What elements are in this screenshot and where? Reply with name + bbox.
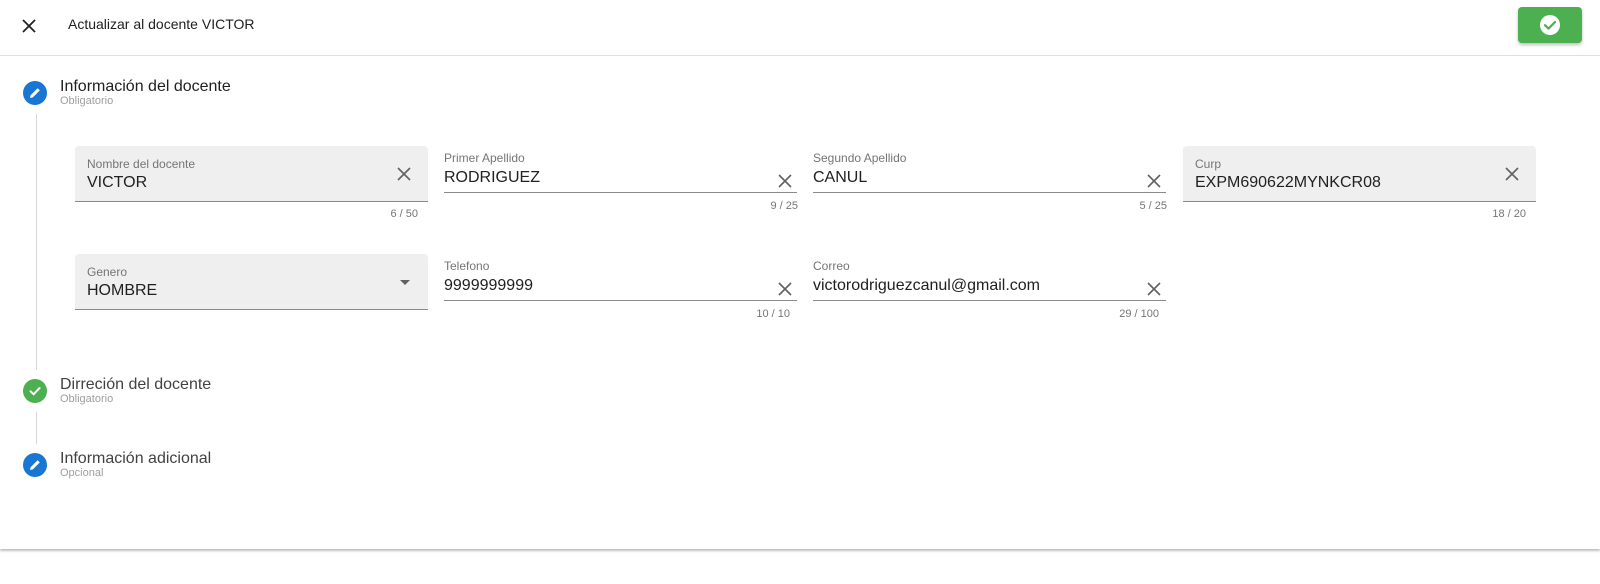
nombre-clear-button[interactable]: [394, 164, 414, 184]
close-icon: [1505, 167, 1519, 181]
step-3-title[interactable]: Información adicional: [60, 450, 211, 468]
edit-icon: [30, 460, 40, 470]
correo-clear-button[interactable]: [1144, 279, 1164, 299]
dialog-title: Actualizar al docente VICTOR: [68, 16, 255, 32]
step-2-status[interactable]: [23, 379, 47, 403]
curp-label: Curp: [1195, 157, 1222, 171]
genero-label: Genero: [87, 265, 128, 279]
nombre-label: Nombre del docente: [87, 157, 196, 171]
close-icon: [397, 167, 411, 181]
telefono-input[interactable]: 9999999999: [444, 277, 533, 295]
dialog-header: Actualizar al docente VICTOR: [0, 0, 1600, 56]
curp-clear-button[interactable]: [1502, 164, 1522, 184]
close-icon: [22, 19, 36, 33]
primer-apellido-clear-button[interactable]: [775, 171, 795, 191]
correo-field[interactable]: Correo victorodriguezcanul@gmail.com: [813, 255, 1166, 301]
close-icon: [778, 282, 792, 296]
close-icon: [778, 174, 792, 188]
nombre-field[interactable]: Nombre del docente VICTOR: [75, 146, 428, 202]
check-icon: [29, 387, 41, 396]
primer-apellido-counter: 9 / 25: [770, 200, 798, 212]
segundo-apellido-clear-button[interactable]: [1144, 171, 1164, 191]
step-1-status[interactable]: [23, 81, 47, 105]
save-button[interactable]: [1518, 7, 1582, 43]
edit-icon: [30, 88, 40, 98]
telefono-label: Telefono: [444, 259, 490, 273]
step-3-status[interactable]: [23, 453, 47, 477]
correo-label: Correo: [813, 259, 850, 273]
step-2-title[interactable]: Dirreción del docente: [60, 376, 211, 394]
primer-apellido-field[interactable]: Primer Apellido RODRIGUEZ: [444, 147, 797, 193]
telefono-counter: 10 / 10: [756, 308, 790, 320]
genero-value[interactable]: HOMBRE: [87, 282, 157, 300]
telefono-clear-button[interactable]: [775, 279, 795, 299]
step-connector: [36, 412, 37, 444]
segundo-apellido-label: Segundo Apellido: [813, 151, 907, 165]
stepper-card: Información del docente Obligatorio Nomb…: [0, 56, 1600, 549]
curp-counter: 18 / 20: [1492, 208, 1526, 220]
step-1-subtitle: Obligatorio: [60, 95, 114, 107]
primer-apellido-input[interactable]: RODRIGUEZ: [444, 169, 540, 187]
segundo-apellido-input[interactable]: CANUL: [813, 169, 867, 187]
segundo-apellido-field[interactable]: Segundo Apellido CANUL: [813, 147, 1166, 193]
step-2-subtitle: Obligatorio: [60, 393, 114, 405]
correo-counter: 29 / 100: [1119, 308, 1159, 320]
curp-input[interactable]: EXPM690622MYNKCR08: [1195, 174, 1381, 192]
segundo-apellido-counter: 5 / 25: [1139, 200, 1167, 212]
nombre-input[interactable]: VICTOR: [87, 174, 147, 192]
check-circle-icon: [1540, 15, 1560, 35]
curp-field[interactable]: Curp EXPM690622MYNKCR08: [1183, 146, 1536, 202]
genero-select[interactable]: Genero HOMBRE: [75, 254, 428, 310]
telefono-field[interactable]: Telefono 9999999999: [444, 255, 797, 301]
nombre-counter: 6 / 50: [390, 208, 418, 220]
primer-apellido-label: Primer Apellido: [444, 151, 525, 165]
step-connector: [36, 114, 37, 370]
close-icon: [1147, 282, 1161, 296]
step-3-subtitle: Opcional: [60, 467, 104, 479]
close-icon: [1147, 174, 1161, 188]
correo-input[interactable]: victorodriguezcanul@gmail.com: [813, 277, 1040, 295]
close-button[interactable]: [14, 11, 44, 41]
step-1-title[interactable]: Información del docente: [60, 78, 231, 96]
dropdown-arrow-icon[interactable]: [400, 280, 410, 285]
